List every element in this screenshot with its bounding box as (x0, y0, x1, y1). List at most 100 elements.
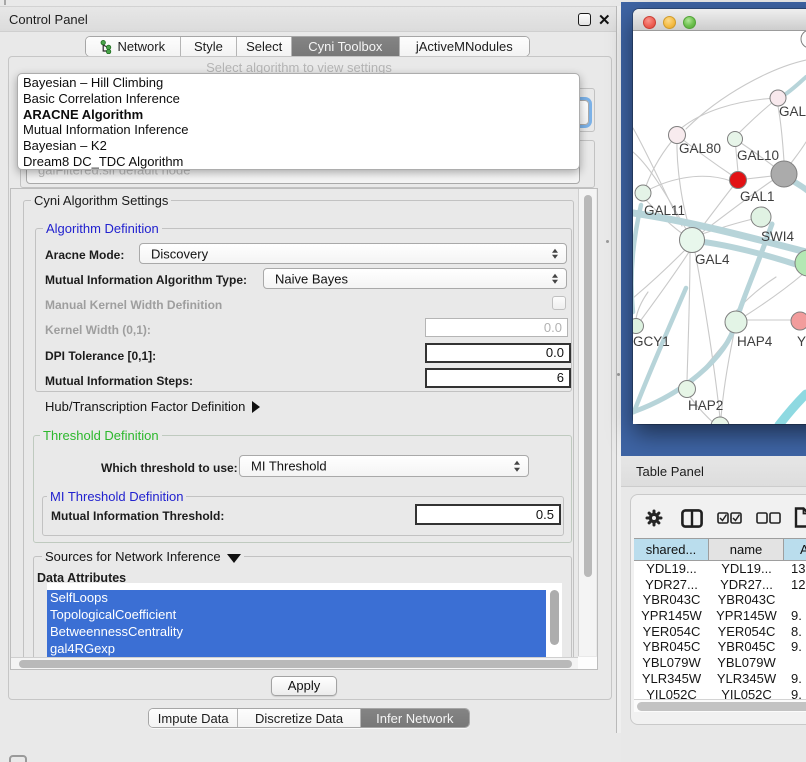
attribute-list-item[interactable]: BetweennessCentrality (47, 624, 546, 641)
zoom-traffic-light-icon[interactable] (683, 16, 696, 29)
settings-vscrollbar[interactable] (578, 189, 596, 656)
tab-infer-network[interactable]: Infer Network (361, 709, 469, 727)
tab-select[interactable]: Select (237, 37, 292, 56)
network-canvas[interactable]: GALGAL80GAL10GAL1GAL11SWI4GAL4GCY1HAP4YH… (633, 31, 806, 424)
tab-jactivemnodules[interactable]: jActiveMNodules (400, 37, 529, 56)
file-icon[interactable] (794, 507, 806, 528)
combo-arrows-icon (552, 273, 559, 284)
network-window-titlebar[interactable] (633, 9, 806, 31)
gear-icon[interactable] (645, 509, 663, 527)
mi-algorithm-type-label: Mutual Information Algorithm Type: (45, 273, 247, 287)
cytopanel-corner-icon[interactable] (9, 755, 27, 762)
table-row[interactable]: YBR045CYBR045C9. (634, 639, 806, 655)
network-edge[interactable] (633, 205, 641, 312)
network-edge[interactable] (633, 251, 684, 298)
unchecked-columns-icon[interactable] (756, 512, 781, 524)
network-edge[interactable] (687, 252, 690, 381)
sources-title[interactable]: Sources for Network Inference (42, 549, 244, 564)
network-edge[interactable] (746, 176, 772, 179)
table-row[interactable]: YBR043CYBR043C (634, 592, 806, 608)
tab-cyni-toolbox[interactable]: Cyni Toolbox (292, 37, 400, 56)
hub-section-header[interactable]: Hub/Transcription Factor Definition (45, 399, 260, 414)
table-row[interactable]: YDR27...YDR27...12 (634, 577, 806, 593)
network-edge[interactable] (779, 394, 806, 424)
column-header[interactable]: A (784, 539, 806, 560)
network-node[interactable] (711, 417, 729, 424)
table-cell: YLR345W (709, 671, 784, 687)
checked-columns-icon[interactable] (717, 512, 742, 524)
column-header[interactable]: name (709, 539, 784, 560)
cyni-settings-title: Cyni Algorithm Settings (31, 193, 171, 208)
network-node[interactable] (801, 31, 806, 48)
table-row[interactable]: YDL19...YDL19...13 (634, 561, 806, 577)
attribute-list-item[interactable]: TopologicalCoefficient (47, 607, 546, 624)
which-threshold-combobox[interactable]: MI Threshold (239, 455, 529, 477)
aracne-mode-combobox[interactable]: Discovery (139, 243, 567, 264)
network-edge[interactable] (695, 252, 720, 418)
mi-algorithm-type-combobox[interactable]: Naive Bayes (263, 268, 567, 289)
settings-hscrollbar-thumb[interactable] (19, 660, 572, 668)
list-scrollbar-thumb[interactable] (550, 590, 559, 645)
node-attribute-table[interactable]: shared...nameAYDL19...YDL19...13YDR27...… (634, 538, 806, 702)
table-cell: 9. (784, 671, 806, 687)
network-edge[interactable] (745, 274, 803, 316)
network-node-gal10[interactable] (728, 132, 743, 147)
network-icon (100, 40, 113, 54)
mi-threshold-field[interactable]: 0.5 (415, 504, 561, 525)
tab-network[interactable]: Network (86, 37, 181, 56)
apply-button[interactable]: Apply (271, 676, 337, 696)
network-edge[interactable] (636, 292, 648, 319)
node-label: GAL11 (644, 203, 685, 218)
table-row[interactable]: YLR345WYLR345W9. (634, 671, 806, 687)
close-icon[interactable]: ✕ (598, 11, 611, 29)
network-node-gal11[interactable] (635, 185, 651, 201)
node-label: GAL1 (740, 189, 775, 204)
node-label: GAL80 (679, 141, 721, 156)
table-row[interactable]: YBL079WYBL079W (634, 655, 806, 671)
dpi-tolerance-field[interactable]: 0.0 (425, 343, 571, 363)
network-node-y[interactable] (791, 312, 806, 330)
menu-item[interactable]: Bayesian – Hill Climbing (18, 75, 579, 91)
menu-item[interactable]: Bayesian – K2 (18, 138, 579, 154)
network-node-hap4[interactable] (725, 311, 747, 333)
network-edge[interactable] (679, 98, 778, 130)
network-edge[interactable] (641, 252, 689, 320)
network-node-gal4[interactable] (680, 228, 705, 253)
menu-item[interactable]: Basic Correlation Inference (18, 91, 579, 107)
column-header[interactable]: shared... (634, 539, 709, 560)
tab-discretize-data[interactable]: Discretize Data (238, 709, 360, 727)
float-window-icon[interactable] (578, 13, 591, 26)
table-hscrollbar-thumb[interactable] (637, 702, 806, 711)
menu-item[interactable]: Mutual Information Inference (18, 122, 579, 138)
attribute-list-item[interactable]: gal4RGexp (47, 641, 546, 657)
table-cell: YPR145W (709, 608, 784, 624)
mi-threshold-title: MI Threshold Definition (47, 489, 186, 504)
network-edge[interactable] (634, 288, 686, 412)
mi-steps-field[interactable]: 6 (425, 368, 571, 388)
network-node-gcy1[interactable] (633, 319, 644, 334)
network-node-swi4[interactable] (751, 207, 771, 227)
tab-style[interactable]: Style (181, 37, 238, 56)
table-cell: YBR045C (709, 639, 784, 655)
kernel-width-field[interactable]: 0.0 (425, 318, 568, 337)
manual-kernel-checkbox[interactable] (552, 296, 566, 310)
table-row[interactable]: YER054CYER054C8. (634, 624, 806, 640)
network-node[interactable] (771, 161, 797, 187)
tab-impute-data[interactable]: Impute Data (149, 709, 238, 727)
settings-vscrollbar-thumb[interactable] (584, 195, 592, 577)
network-edge[interactable] (789, 142, 806, 166)
settings-hscrollbar[interactable] (11, 657, 578, 669)
data-attributes-list[interactable]: SelfLoopsTopologicalCoefficientBetweenne… (47, 583, 562, 657)
minimize-traffic-light-icon[interactable] (663, 16, 676, 29)
table-hscrollbar[interactable] (634, 699, 806, 712)
network-node-gal1[interactable] (730, 172, 747, 189)
table-row[interactable]: YPR145WYPR145W9. (634, 608, 806, 624)
close-traffic-light-icon[interactable] (643, 16, 656, 29)
attribute-list-item[interactable]: SelfLoops (47, 590, 546, 607)
network-node-hap2[interactable] (679, 381, 696, 398)
network-node[interactable] (795, 250, 806, 276)
menu-item[interactable]: ARACNE Algorithm (18, 107, 579, 123)
split-view-icon[interactable] (681, 509, 703, 528)
menu-item[interactable]: Dream8 DC_TDC Algorithm (18, 154, 579, 170)
collapse-down-icon (227, 554, 241, 563)
